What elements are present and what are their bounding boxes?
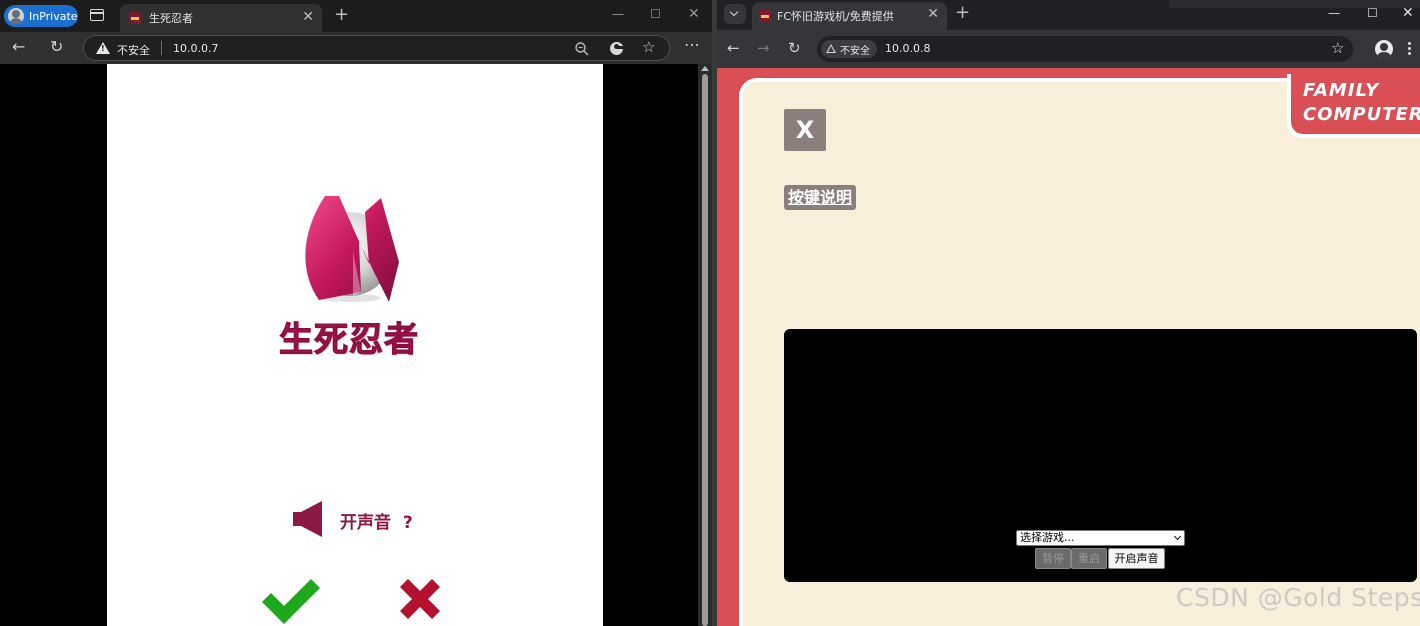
url-text[interactable]: 10.0.0.7: [173, 42, 218, 55]
edge-extension-icon[interactable]: [608, 40, 625, 57]
back-icon[interactable]: ←: [12, 39, 25, 55]
url-text[interactable]: 10.0.0.8: [885, 42, 930, 55]
enable-sound-button[interactable]: 开启声音: [1108, 548, 1165, 569]
address-separator: [161, 41, 162, 55]
chevron-down-icon: [1173, 532, 1182, 541]
tab-search-chevron-icon[interactable]: [724, 4, 746, 24]
left-viewport: 生死忍者 开声音 ?: [0, 64, 698, 626]
restart-button[interactable]: 重启: [1071, 548, 1107, 569]
profile-icon[interactable]: [1375, 40, 1393, 58]
tab-actions-icon[interactable]: [90, 9, 104, 21]
inprivate-badge[interactable]: InPrivate: [4, 5, 78, 27]
address-bar[interactable]: 不安全 10.0.0.8 ☆: [817, 36, 1353, 62]
inprivate-label: InPrivate: [29, 9, 78, 23]
more-menu-icon[interactable]: ⋯: [684, 37, 700, 53]
game-title: 生死忍者: [279, 320, 419, 361]
left-toolbar: ← ↻ 不安全 10.0.0.7 ☆ ⋯: [0, 32, 712, 64]
back-icon[interactable]: ←: [727, 40, 740, 56]
close-tab-icon[interactable]: ✕: [302, 10, 314, 24]
window-close-icon[interactable]: ✕: [688, 7, 700, 21]
zoom-icon[interactable]: [574, 41, 590, 57]
right-toolbar: ← → ↻ 不安全 10.0.0.8 ☆: [717, 30, 1420, 68]
left-tab-strip: InPrivate 生死忍者 ✕ + — ☐ ✕: [0, 0, 712, 32]
maximize-icon[interactable]: ☐: [1367, 7, 1378, 19]
forward-icon[interactable]: →: [757, 40, 770, 56]
profile-avatar-icon: [8, 8, 24, 24]
maximize-icon[interactable]: ☐: [650, 8, 661, 20]
csdn-watermark: CSDN @Gold Steps.: [1176, 583, 1420, 612]
security-chip[interactable]: 不安全: [821, 40, 877, 58]
game-select-value: 选择游戏...: [1020, 531, 1075, 544]
ninja-logo-icon: [305, 196, 399, 302]
sound-prompt-label: 开声音 ?: [340, 508, 413, 533]
scroll-up-icon[interactable]: [701, 66, 709, 71]
scrollbar-thumb[interactable]: [702, 74, 708, 626]
refresh-icon[interactable]: ↻: [788, 40, 801, 56]
key-instructions-button[interactable]: 按键说明: [784, 185, 857, 210]
new-tab-icon[interactable]: +: [955, 4, 970, 22]
security-label[interactable]: 不安全: [117, 42, 150, 58]
site-favicon-icon: [759, 10, 771, 22]
title-bar-strip: [1169, 0, 1420, 8]
not-secure-icon[interactable]: [96, 42, 110, 54]
brand-line-2: COMPUTER: [1303, 104, 1420, 125]
new-tab-icon[interactable]: +: [334, 6, 349, 24]
not-secure-icon: [826, 44, 836, 53]
game-screen[interactable]: 选择游戏... 暂停 重启 开启声音: [784, 329, 1417, 582]
sound-prompt-text: 开声音: [340, 513, 391, 533]
close-tab-icon[interactable]: ✕: [927, 7, 939, 21]
pause-button[interactable]: 暂停: [1035, 548, 1071, 569]
window-close-icon[interactable]: ✕: [1402, 6, 1414, 20]
minimize-icon[interactable]: —: [612, 8, 624, 20]
game-splash-page: 生死忍者 开声音 ?: [107, 64, 603, 626]
minimize-icon[interactable]: —: [1328, 7, 1340, 19]
bookmark-star-icon[interactable]: ☆: [1331, 41, 1344, 56]
brand-line-1: FAMILY: [1303, 80, 1380, 101]
security-label: 不安全: [840, 46, 870, 57]
right-browser-window: FC怀旧游戏机/免费提供 ✕ + — ☐ ✕ ← → ↻ 不安全 10.0.0.…: [717, 0, 1420, 626]
game-select-dropdown[interactable]: 选择游戏...: [1016, 530, 1185, 546]
sound-prompt-mark: ?: [402, 513, 413, 533]
speaker-icon: [293, 501, 322, 537]
family-computer-brand: FAMILY COMPUTER: [1287, 74, 1420, 138]
address-bar[interactable]: 不安全 10.0.0.7 ☆: [83, 35, 670, 61]
right-active-tab[interactable]: FC怀旧游戏机/免费提供 ✕: [752, 2, 947, 30]
close-button[interactable]: X: [784, 109, 826, 151]
refresh-icon[interactable]: ↻: [50, 39, 63, 55]
left-scrollbar[interactable]: [698, 64, 712, 626]
right-viewport: X 按键说明 选择游戏... 暂停 重启 开启声音 FAMILY COMPUTE…: [717, 68, 1420, 626]
tab-title: FC怀旧游戏机/免费提供: [777, 10, 894, 23]
site-favicon-icon: [129, 12, 141, 24]
confirm-checkmark-button[interactable]: [259, 576, 323, 626]
cancel-cross-button[interactable]: [397, 577, 443, 626]
more-menu-icon[interactable]: [1408, 42, 1411, 45]
favorite-star-icon[interactable]: ☆: [642, 40, 655, 55]
fc-console-panel: X 按键说明 选择游戏... 暂停 重启 开启声音: [739, 78, 1420, 626]
left-active-tab[interactable]: 生死忍者 ✕: [120, 4, 322, 32]
right-tab-strip: FC怀旧游戏机/免费提供 ✕ + — ☐ ✕: [717, 0, 1420, 30]
left-browser-window: InPrivate 生死忍者 ✕ + — ☐ ✕ ← ↻ 不安全 10.0.0.…: [0, 0, 712, 626]
tab-title: 生死忍者: [149, 12, 193, 25]
